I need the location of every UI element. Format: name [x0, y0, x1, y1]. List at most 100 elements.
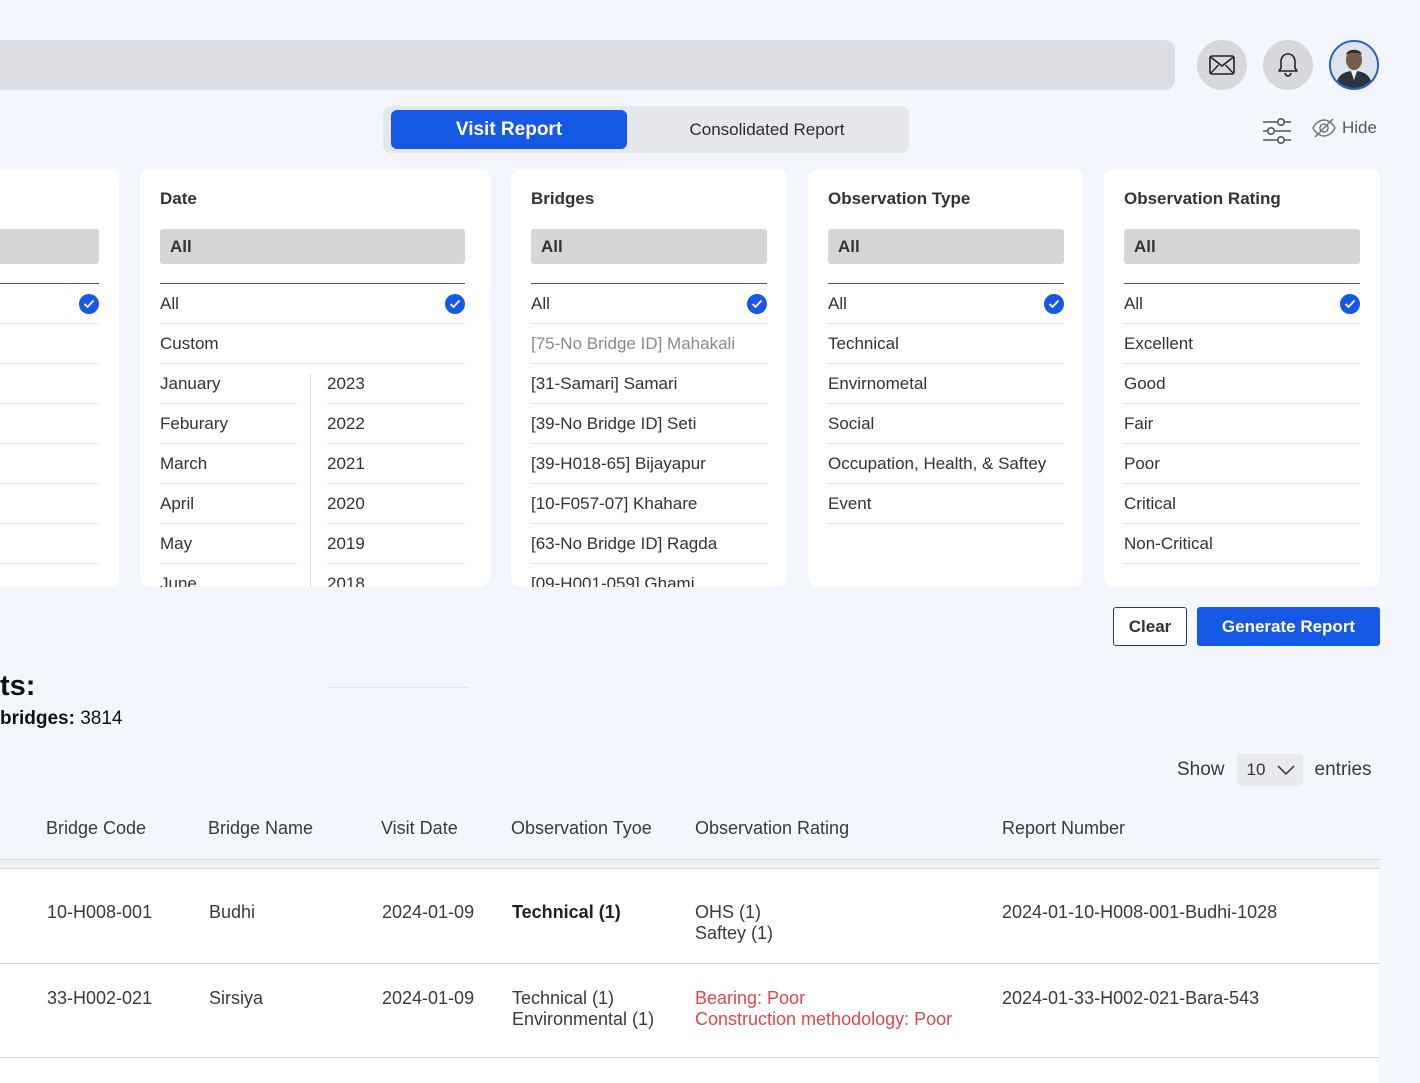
- cell-observation-type: Environmental (1): [512, 1009, 655, 1029]
- month-option[interactable]: April: [160, 484, 297, 524]
- observation-rating-option[interactable]: Excellent: [1124, 324, 1360, 364]
- tab-visit-report[interactable]: Visit Report: [391, 110, 627, 149]
- date-select[interactable]: All: [160, 229, 465, 264]
- show-label: Show: [1177, 759, 1225, 780]
- list-item[interactable]: [0, 524, 99, 564]
- month-option[interactable]: January: [160, 364, 297, 404]
- check-icon: [1044, 293, 1064, 314]
- observation-rating-option[interactable]: Critical: [1124, 484, 1360, 524]
- list-item[interactable]: [0, 284, 99, 324]
- observation-type-filter-title: Observation Type: [828, 189, 971, 208]
- bridge-option[interactable]: [63-No Bridge ID] Ragda: [531, 524, 767, 564]
- bridge-option[interactable]: [31-Samari] Samari: [531, 364, 767, 404]
- year-option[interactable]: 2018: [327, 564, 465, 588]
- bridge-option[interactable]: [10-F057-07] Khahare: [531, 484, 767, 524]
- column-header-report-number[interactable]: Report Number: [1002, 818, 1125, 839]
- observation-rating-option[interactable]: Poor: [1124, 444, 1360, 484]
- cell-report-number[interactable]: 2024-01-33-H002-021-Bara-543: [1002, 988, 1259, 1009]
- observation-rating-option[interactable]: Good: [1124, 364, 1360, 404]
- avatar-portrait: [1331, 42, 1377, 88]
- mail-icon: [1209, 55, 1235, 75]
- bridge-option-all[interactable]: All: [531, 284, 767, 324]
- filter-card-bridges: Bridges All All [75-No Bridge ID] Mahaka…: [511, 169, 787, 587]
- cell-observation-rating: Saftey (1): [695, 923, 774, 943]
- list-item[interactable]: [0, 484, 99, 524]
- mail-button[interactable]: [1197, 40, 1247, 90]
- cell-bridge-name: Sirsiya: [209, 988, 264, 1008]
- page-size-value: 10: [1246, 760, 1266, 779]
- bridge-option[interactable]: [39-H018-65] Bijayapur: [531, 444, 767, 484]
- check-icon: [445, 293, 465, 314]
- date-option-custom[interactable]: Custom: [160, 324, 465, 364]
- column-header-observation-rating[interactable]: Observation Rating: [695, 818, 849, 839]
- list-item[interactable]: [0, 404, 99, 444]
- observation-type-option-all[interactable]: All: [828, 284, 1064, 324]
- observation-rating-select[interactable]: All: [1124, 229, 1360, 264]
- cell-observation-rating: Bearing: Poor: [695, 988, 806, 1008]
- search-bar[interactable]: [0, 40, 1175, 90]
- observation-type-option[interactable]: Technical: [828, 324, 1064, 364]
- check-icon: [79, 293, 99, 314]
- year-option[interactable]: 2021: [327, 444, 465, 484]
- cell-visit-date: 2024-01-09: [382, 902, 475, 922]
- user-avatar[interactable]: [1329, 40, 1379, 90]
- row-divider: [0, 1057, 1379, 1058]
- cell-observation-rating: Construction methodology: Poor: [695, 1009, 953, 1029]
- cell-visit-date: 2024-01-09: [382, 988, 475, 1008]
- bridge-option[interactable]: [39-No Bridge ID] Seti: [531, 404, 767, 444]
- report-type-tabs: Visit Report Consolidated Report: [383, 106, 909, 153]
- observation-type-option[interactable]: Occupation, Health, & Saftey: [828, 444, 1064, 484]
- observation-type-option[interactable]: Event: [828, 484, 1064, 524]
- check-icon: [1340, 293, 1360, 314]
- column-header-bridge-name[interactable]: Bridge Name: [208, 818, 313, 839]
- table-body: 10-H008-001 Budhi 2024-01-09 Technical (…: [0, 869, 1379, 1083]
- year-option[interactable]: 2023: [327, 364, 465, 404]
- year-option[interactable]: 2022: [327, 404, 465, 444]
- generate-report-button[interactable]: Generate Report: [1197, 607, 1380, 646]
- row-divider: [0, 963, 1379, 964]
- filter-card-date: Date All All Custom January Feburary Mar…: [140, 169, 490, 587]
- cell-observation-rating: OHS (1): [695, 902, 762, 922]
- list-item[interactable]: [0, 364, 99, 404]
- results-count-value: 3814: [80, 708, 123, 729]
- observation-rating-option[interactable]: Fair: [1124, 404, 1360, 444]
- year-option[interactable]: 2020: [327, 484, 465, 524]
- filter-partial-select[interactable]: [0, 229, 99, 264]
- list-item[interactable]: [0, 444, 99, 484]
- check-icon: [747, 293, 767, 314]
- cell-report-number[interactable]: 2024-01-10-H008-001-Budhi-1028: [1002, 902, 1277, 923]
- year-option[interactable]: 2019: [327, 524, 465, 564]
- month-option[interactable]: March: [160, 444, 297, 484]
- notifications-button[interactable]: [1263, 40, 1313, 90]
- column-header-bridge-code[interactable]: Bridge Code: [46, 818, 146, 839]
- column-header-visit-date[interactable]: Visit Date: [381, 818, 458, 839]
- observation-rating-option-all[interactable]: All: [1124, 284, 1360, 324]
- month-option[interactable]: May: [160, 524, 297, 564]
- bridge-option[interactable]: [09-H001-059] Ghami: [531, 564, 767, 588]
- results-count: bridges: 3814: [0, 708, 123, 730]
- month-option[interactable]: Feburary: [160, 404, 297, 444]
- observation-rating-option[interactable]: Non-Critical: [1124, 524, 1360, 564]
- cell-bridge-name: Budhi: [209, 902, 256, 922]
- bell-icon: [1278, 53, 1298, 77]
- results-count-label: bridges:: [0, 708, 75, 729]
- chevron-down-icon: [1276, 765, 1295, 775]
- page-size-select[interactable]: 10: [1236, 754, 1303, 786]
- cell-bridge-code: 33-H002-021: [47, 988, 153, 1008]
- filter-settings-icon[interactable]: [1261, 115, 1293, 147]
- observation-type-select[interactable]: All: [828, 229, 1064, 264]
- observation-type-option[interactable]: Envirnometal: [828, 364, 1064, 404]
- column-header-observation-type[interactable]: Observation Tyoe: [511, 818, 652, 839]
- hide-filters-button[interactable]: Hide: [1312, 118, 1377, 138]
- month-option[interactable]: June: [160, 564, 297, 588]
- bridges-select[interactable]: All: [531, 229, 767, 264]
- eye-off-icon: [1312, 118, 1336, 138]
- bridge-option[interactable]: [75-No Bridge ID] Mahakali: [531, 324, 767, 364]
- hide-label: Hide: [1342, 118, 1377, 137]
- list-item[interactable]: [0, 324, 99, 364]
- clear-button[interactable]: Clear: [1113, 607, 1187, 646]
- date-option-all[interactable]: All: [160, 284, 465, 324]
- tab-consolidated-report[interactable]: Consolidated Report: [629, 110, 905, 149]
- observation-type-option[interactable]: Social: [828, 404, 1064, 444]
- results-title: ts:: [0, 670, 36, 702]
